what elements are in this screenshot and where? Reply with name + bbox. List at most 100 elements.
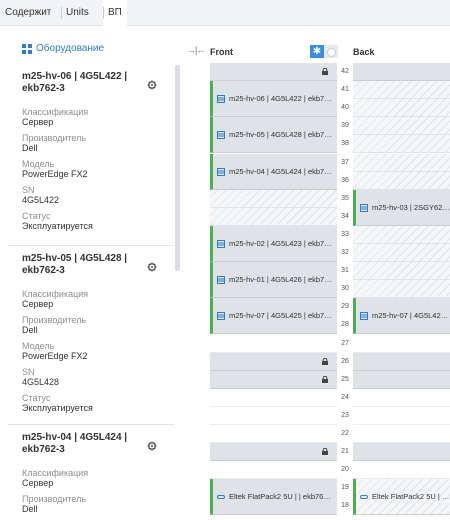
grid-icon	[22, 44, 32, 54]
rack-slot-reserved[interactable]	[210, 63, 337, 82]
tab-units[interactable]: Units	[61, 0, 94, 26]
card-title[interactable]: m25-hv-04 | 4G5L424 | ekb762-3	[22, 432, 132, 456]
rack-slot-reserved[interactable]	[210, 352, 337, 371]
card-field: Статус Эксплуатируется	[22, 393, 167, 413]
card-field: Производитель Dell	[22, 133, 167, 153]
rack-slot-unavailable[interactable]	[353, 135, 450, 154]
rack-slot-unavailable[interactable]	[353, 117, 450, 136]
field-label: SN	[22, 367, 35, 377]
asterisk-view-button[interactable]: ✱	[310, 45, 324, 58]
rack-slot-unavailable[interactable]	[353, 81, 450, 100]
equipment-card[interactable]: m25-hv-05 | 4G5L428 | ekb762-3 Классифика…	[22, 253, 167, 419]
unit-number: 30	[341, 285, 349, 293]
rack-device[interactable]: m25-hv-07 | 4G5L425 | ekb762-3	[210, 298, 337, 335]
server-icon	[217, 95, 225, 104]
rack-device[interactable]: m25-hv-05 | 4G5L428 | ekb762-3	[210, 117, 337, 154]
unit-number: 20	[341, 466, 349, 474]
back-label: Back	[353, 47, 375, 57]
power-supply-icon	[217, 495, 225, 500]
rack-slot-unavailable[interactable]	[353, 171, 450, 190]
rack-slot-unavailable[interactable]	[353, 262, 450, 281]
rack-slot-unavailable[interactable]	[353, 99, 450, 118]
rack-slot-reserved[interactable]	[210, 443, 337, 462]
field-label: Модель	[22, 159, 55, 169]
device-label: Eltek FlatPack2 5U | | ekb762-3	[372, 492, 450, 502]
rack-slot-reserved[interactable]	[210, 370, 337, 389]
equipment-panel: Оборудование m25-hv-06 | 4G5L422 | ekb76…	[0, 27, 182, 520]
device-label: m25-hv-05 | 4G5L428 | ekb762-3	[229, 130, 334, 140]
card-title[interactable]: m25-hv-05 | 4G5L428 | ekb762-3	[22, 253, 132, 277]
unit-number: 33	[341, 230, 349, 238]
rack-slot-unavailable[interactable]	[353, 280, 450, 299]
rack-device[interactable]: m25-hv-04 | 4G5L424 | ekb762-3	[210, 153, 337, 190]
rack-slot-empty[interactable]	[210, 425, 337, 444]
unit-number: 32	[341, 249, 349, 256]
tab-contains[interactable]: Содержит	[0, 0, 56, 26]
rack-device[interactable]: m25-hv-01 | 4G5L426 | ekb762-3	[210, 262, 337, 299]
rack-device[interactable]: m25-hv-06 | 4G5L422 | ekb762-3	[210, 81, 337, 118]
card-field: SN 4G5L428	[22, 367, 167, 387]
card-field: Производитель Dell	[22, 494, 167, 514]
toggle-view-button[interactable]	[324, 45, 338, 58]
gear-icon[interactable]	[147, 262, 157, 272]
rack-slot-empty[interactable]	[210, 388, 337, 407]
rack-slot-reserved[interactable]	[353, 443, 450, 462]
gear-icon[interactable]	[147, 441, 157, 451]
rack-view: →|← Front ✱ Back m25-hv-06 | 4G5L422 | e…	[182, 27, 450, 520]
equipment-card[interactable]: m25-hv-04 | 4G5L424 | ekb762-3 Классифика…	[22, 432, 167, 520]
scrollbar[interactable]	[175, 65, 180, 271]
card-field: Статус Эксплуатируется	[22, 211, 167, 231]
rack-slot-reserved[interactable]	[353, 63, 450, 82]
rack-slot-empty[interactable]	[210, 461, 337, 480]
rack-slot-empty[interactable]	[210, 334, 337, 353]
rack-device[interactable]: Eltek FlatPack2 5U | | ekb762-3	[353, 479, 450, 516]
tab-vp[interactable]: ВП	[103, 0, 127, 27]
rack-device[interactable]: m25-hv-03 | 2SGY623 | ekb762-3	[353, 189, 450, 226]
rack-slot-empty[interactable]	[210, 406, 337, 425]
card-field: Классификация Сервер	[22, 468, 167, 488]
gear-icon[interactable]	[147, 80, 157, 90]
field-label: Модель	[22, 341, 55, 351]
rack-slot-unavailable[interactable]	[210, 207, 337, 226]
rack-slot-unavailable[interactable]	[353, 153, 450, 172]
card-field: Модель PowerEdge FX2	[22, 341, 167, 361]
field-value: Сервер	[22, 478, 54, 488]
server-icon	[217, 167, 225, 176]
lock-icon	[322, 357, 328, 365]
field-label: Классификация	[22, 289, 89, 299]
equipment-card[interactable]: m25-hv-06 | 4G5L422 | ekb762-3 Классифика…	[22, 71, 167, 237]
equipment-header[interactable]: Оборудование	[36, 43, 104, 54]
rack-slot-reserved[interactable]	[353, 370, 450, 389]
field-value: Dell	[22, 143, 38, 153]
server-icon	[217, 131, 225, 140]
device-label: m25-hv-07 | 4G5L425 | ekb762-3	[372, 311, 450, 321]
card-title[interactable]: m25-hv-06 | 4G5L422 | ekb762-3	[22, 71, 132, 95]
rack-slot-unavailable[interactable]	[210, 189, 337, 208]
unit-number: 37	[341, 158, 349, 166]
rack-device[interactable]: m25-hv-07 | 4G5L425 | ekb762-3	[353, 298, 450, 335]
unit-number: 35	[341, 194, 349, 202]
collapse-icon[interactable]: →|←	[187, 45, 205, 55]
rack-slot-unavailable[interactable]	[353, 244, 450, 263]
device-label: m25-hv-03 | 2SGY623 | ekb762-3	[372, 202, 450, 212]
rack-slot-empty[interactable]	[353, 406, 450, 425]
rack-slot-empty[interactable]	[353, 425, 450, 444]
device-label: m25-hv-04 | 4G5L424 | ekb762-3	[229, 166, 334, 176]
field-value: Dell	[22, 325, 38, 335]
rack-slot-unavailable[interactable]	[353, 225, 450, 244]
rack-device[interactable]: Eltek FlatPack2 5U | | ekb762-3	[210, 479, 337, 516]
rack-slot-empty[interactable]	[353, 334, 450, 353]
rack-slot-reserved[interactable]	[353, 352, 450, 371]
field-label: Классификация	[22, 468, 89, 478]
field-value: Эксплуатируется	[22, 403, 93, 413]
unit-number: 34	[341, 212, 349, 220]
rack-slot-empty[interactable]	[353, 388, 450, 407]
rack-device[interactable]: m25-hv-02 | 4G5L423 | ekb762-3	[210, 225, 337, 263]
card-divider	[8, 424, 174, 425]
rack-slot-empty[interactable]	[353, 461, 450, 480]
field-label: SN	[22, 185, 35, 195]
field-label: Статус	[22, 211, 51, 221]
field-value: 4G5L422	[22, 195, 60, 205]
card-field: Классификация Сервер	[22, 107, 167, 127]
card-divider	[8, 245, 174, 246]
